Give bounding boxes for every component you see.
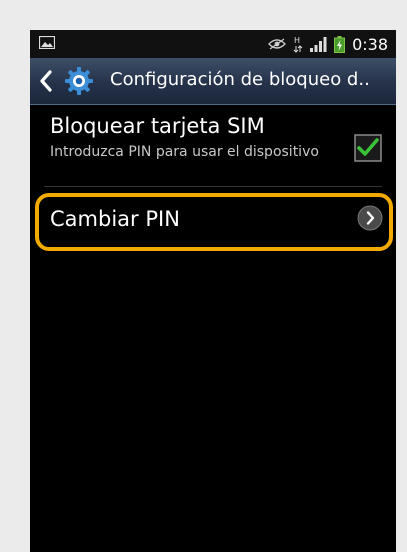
image-icon [39, 36, 55, 49]
battery-charging-icon [334, 35, 346, 53]
status-bar: H 0:38 [30, 30, 396, 58]
list-divider [44, 186, 382, 187]
change-pin-setting[interactable]: Cambiar PIN [30, 193, 396, 251]
eye-icon [268, 38, 286, 50]
svg-text:H: H [294, 36, 300, 45]
sim-lock-title: Bloquear tarjeta SIM [50, 114, 265, 138]
sim-lock-checkbox[interactable] [354, 134, 382, 162]
chevron-left-icon[interactable] [39, 70, 53, 92]
status-time: 0:38 [352, 34, 388, 54]
phone-screen: H 0:38 Configuración de bloqueo d.. Bloq… [30, 30, 396, 552]
sim-lock-summary: Introduzca PIN para usar el dispositivo [50, 144, 319, 160]
chevron-right-icon [357, 205, 383, 231]
status-icons: H 0:38 [268, 33, 388, 55]
hsdpa-icon: H [293, 36, 303, 53]
change-pin-label: Cambiar PIN [50, 207, 180, 231]
sim-lock-setting[interactable]: Bloquear tarjeta SIM Introduzca PIN para… [30, 104, 396, 186]
action-bar: Configuración de bloqueo d.. [30, 58, 396, 105]
signal-icon [310, 36, 327, 52]
gear-icon[interactable] [64, 66, 94, 96]
page-title: Configuración de bloqueo d.. [110, 69, 370, 90]
